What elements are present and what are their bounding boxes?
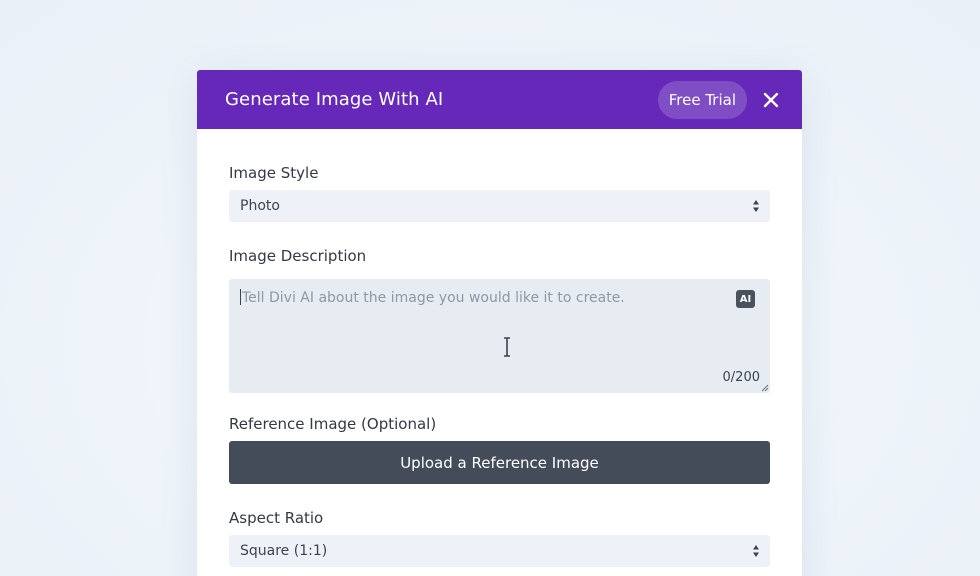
character-counter: 0/200 (722, 370, 760, 385)
modal-header: Generate Image With AI Free Trial (197, 70, 802, 129)
modal-body: Image Style Photo Image Description Tell… (197, 164, 802, 567)
modal-title: Generate Image With AI (225, 89, 444, 110)
ai-badge-button[interactable]: AI (736, 290, 755, 308)
image-description-textarea[interactable]: Tell Divi AI about the image you would l… (229, 279, 770, 393)
image-style-select[interactable]: Photo (229, 190, 770, 222)
image-style-label: Image Style (229, 164, 319, 182)
select-arrows-icon (753, 200, 759, 212)
image-style-value: Photo (240, 198, 280, 214)
image-description-placeholder: Tell Divi AI about the image you would l… (242, 290, 625, 306)
image-description-label: Image Description (229, 247, 367, 265)
aspect-ratio-value: Square (1:1) (240, 543, 328, 559)
select-arrows-icon (753, 545, 759, 557)
text-caret (240, 289, 241, 305)
aspect-ratio-label: Aspect Ratio (229, 509, 324, 527)
resize-handle-icon[interactable] (761, 384, 769, 392)
free-trial-button[interactable]: Free Trial (657, 80, 747, 119)
close-icon[interactable] (760, 89, 782, 111)
reference-image-label: Reference Image (Optional) (229, 415, 437, 433)
aspect-ratio-select[interactable]: Square (1:1) (229, 535, 770, 567)
upload-reference-image-button[interactable]: Upload a Reference Image (229, 441, 770, 484)
ibeam-cursor-icon (504, 337, 510, 357)
generate-image-modal: Generate Image With AI Free Trial Image … (197, 70, 802, 576)
